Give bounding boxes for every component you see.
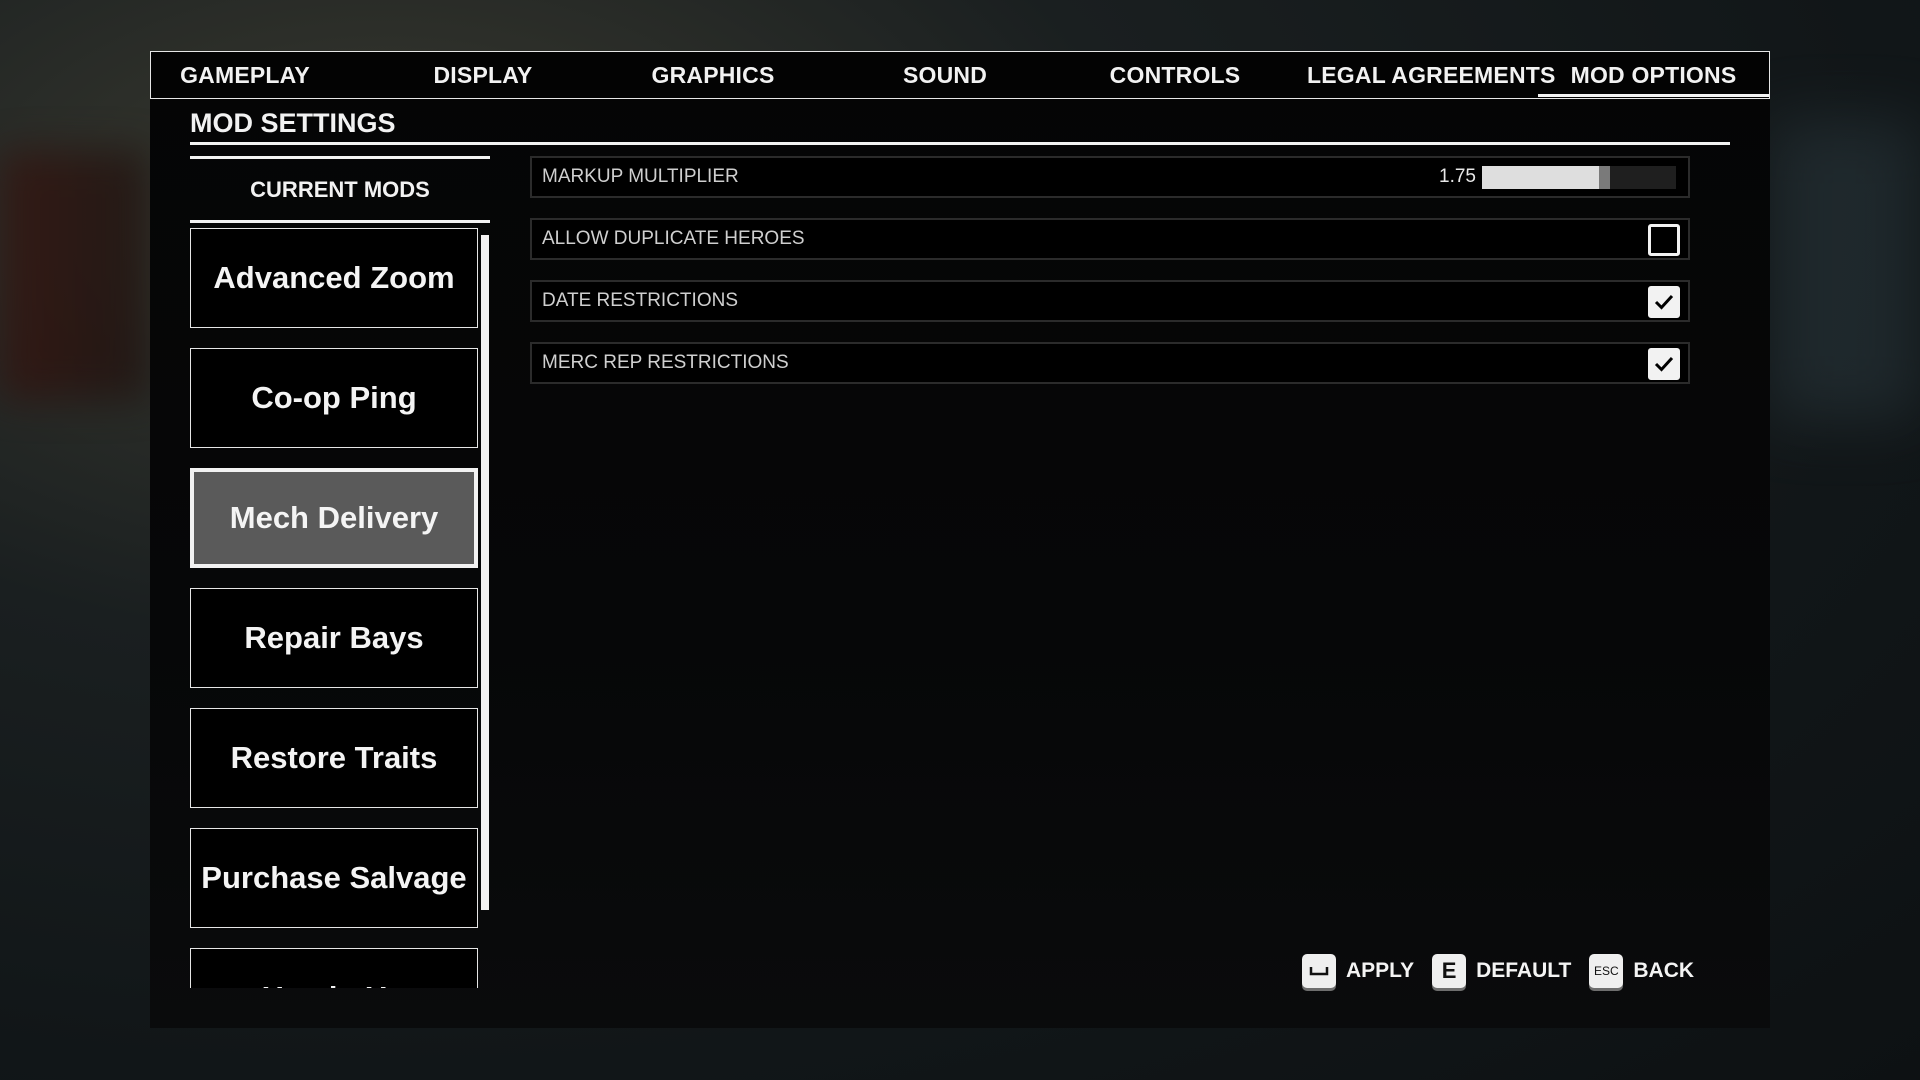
slider-fill (1482, 166, 1611, 189)
tab-controls[interactable]: CONTROLS (1093, 52, 1257, 98)
markup-multiplier-slider[interactable] (1482, 166, 1676, 189)
tab-legal-agreements[interactable]: LEGAL AGREEMENTS (1307, 52, 1555, 98)
esc-key-icon: ESC (1589, 954, 1624, 988)
mod-item-mech-delivery[interactable]: Mech Delivery (190, 468, 478, 568)
setting-row-markup-multiplier: MARKUP MULTIPLIER 1.75 (530, 156, 1690, 198)
current-mods-header: CURRENT MODS (190, 156, 490, 223)
setting-label: DATE RESTRICTIONS (542, 290, 738, 311)
mods-scrollbar[interactable] (481, 235, 489, 910)
mod-item-co-op-ping[interactable]: Co-op Ping (190, 348, 478, 448)
tab-sound[interactable]: SOUND (863, 52, 1027, 98)
apply-label: APPLY (1346, 959, 1415, 982)
setting-row-merc-rep-restrictions: MERC REP RESTRICTIONS (530, 342, 1690, 384)
checkmark-icon (1654, 294, 1674, 310)
mods-list: Advanced Zoom Co-op Ping Mech Delivery R… (190, 226, 490, 988)
back-button[interactable]: ESC BACK (1589, 954, 1712, 988)
default-button[interactable]: E DEFAULT (1432, 954, 1589, 988)
setting-row-date-restrictions: DATE RESTRICTIONS (530, 280, 1690, 322)
tab-mod-options[interactable]: MOD OPTIONS (1538, 52, 1769, 98)
e-key-icon: E (1432, 954, 1467, 988)
mod-item-restore-traits[interactable]: Restore Traits (190, 708, 478, 808)
default-label: DEFAULT (1476, 959, 1572, 982)
date-restrictions-checkbox[interactable] (1648, 286, 1680, 318)
page-title: MOD SETTINGS (190, 108, 396, 138)
mod-item-repair-bays[interactable]: Repair Bays (190, 588, 478, 688)
title-divider (190, 142, 1730, 145)
background-decor (1770, 120, 1920, 420)
mod-item-purchase-salvage[interactable]: Purchase Salvage (190, 828, 478, 928)
mod-item-heads-up[interactable]: Heads-Up (190, 948, 478, 988)
space-key-icon (1302, 954, 1336, 988)
back-label: BACK (1633, 959, 1695, 982)
tab-gameplay[interactable]: GAMEPLAY (163, 52, 327, 98)
setting-label: ALLOW DUPLICATE HEROES (542, 228, 805, 249)
slider-value: 1.75 (1439, 166, 1476, 187)
tab-display[interactable]: DISPLAY (401, 52, 565, 98)
background-decor (0, 150, 150, 400)
slider-handle[interactable] (1599, 166, 1611, 189)
tab-bar: GAMEPLAY DISPLAY GRAPHICS SOUND CONTROLS… (150, 51, 1770, 99)
footer-actions: APPLY E DEFAULT ESC BACK (1302, 951, 1712, 991)
setting-label: MERC REP RESTRICTIONS (542, 352, 789, 373)
mod-item-advanced-zoom[interactable]: Advanced Zoom (190, 228, 478, 328)
merc-rep-restrictions-checkbox[interactable] (1648, 348, 1680, 380)
tab-graphics[interactable]: GRAPHICS (631, 52, 795, 98)
checkmark-icon (1654, 356, 1674, 372)
allow-duplicate-heroes-checkbox[interactable] (1648, 224, 1680, 256)
apply-button[interactable]: APPLY (1302, 954, 1432, 988)
setting-label: MARKUP MULTIPLIER (542, 166, 739, 187)
setting-row-allow-duplicate-heroes: ALLOW DUPLICATE HEROES (530, 218, 1690, 260)
